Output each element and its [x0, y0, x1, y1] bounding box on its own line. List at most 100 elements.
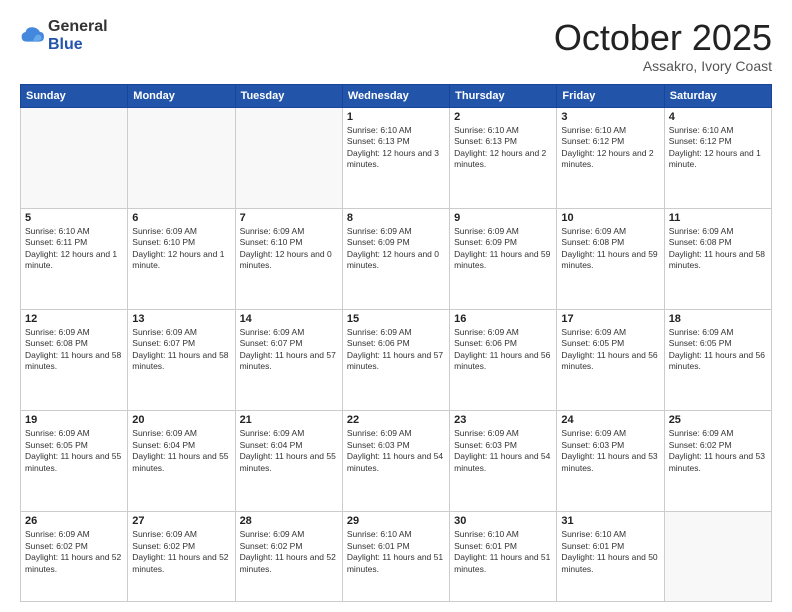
day-info: Sunrise: 6:09 AM Sunset: 6:09 PM Dayligh…: [454, 226, 552, 272]
day-info: Sunrise: 6:09 AM Sunset: 6:02 PM Dayligh…: [240, 529, 338, 575]
day-cell-23: 23 Sunrise: 6:09 AM Sunset: 6:03 PM Dayl…: [450, 411, 557, 512]
logo: General Blue: [20, 18, 108, 53]
logo-blue: Blue: [48, 36, 83, 53]
day-number: 28: [240, 515, 338, 527]
day-number: 16: [454, 313, 552, 325]
day-number: 5: [25, 212, 123, 224]
day-info: Sunrise: 6:09 AM Sunset: 6:07 PM Dayligh…: [132, 327, 230, 373]
day-info: Sunrise: 6:09 AM Sunset: 6:06 PM Dayligh…: [454, 327, 552, 373]
day-info: Sunrise: 6:09 AM Sunset: 6:08 PM Dayligh…: [25, 327, 123, 373]
day-info: Sunrise: 6:10 AM Sunset: 6:13 PM Dayligh…: [347, 125, 445, 171]
day-info: Sunrise: 6:09 AM Sunset: 6:10 PM Dayligh…: [132, 226, 230, 272]
day-number: 20: [132, 414, 230, 426]
day-number: 27: [132, 515, 230, 527]
day-number: 7: [240, 212, 338, 224]
logo-text: General Blue: [48, 18, 108, 53]
day-info: Sunrise: 6:10 AM Sunset: 6:01 PM Dayligh…: [347, 529, 445, 575]
day-cell-4: 4 Sunrise: 6:10 AM Sunset: 6:12 PM Dayli…: [664, 107, 771, 208]
day-info: Sunrise: 6:09 AM Sunset: 6:07 PM Dayligh…: [240, 327, 338, 373]
header-wednesday: Wednesday: [342, 84, 449, 107]
logo-general: General: [48, 18, 108, 35]
day-number: 24: [561, 414, 659, 426]
calendar: Sunday Monday Tuesday Wednesday Thursday…: [20, 84, 772, 602]
day-number: 29: [347, 515, 445, 527]
day-number: 12: [25, 313, 123, 325]
day-cell-22: 22 Sunrise: 6:09 AM Sunset: 6:03 PM Dayl…: [342, 411, 449, 512]
day-info: Sunrise: 6:10 AM Sunset: 6:12 PM Dayligh…: [561, 125, 659, 171]
day-cell-18: 18 Sunrise: 6:09 AM Sunset: 6:05 PM Dayl…: [664, 309, 771, 410]
day-number: 1: [347, 111, 445, 123]
day-number: 26: [25, 515, 123, 527]
day-info: Sunrise: 6:10 AM Sunset: 6:13 PM Dayligh…: [454, 125, 552, 171]
day-number: 23: [454, 414, 552, 426]
day-info: Sunrise: 6:10 AM Sunset: 6:11 PM Dayligh…: [25, 226, 123, 272]
day-number: 4: [669, 111, 767, 123]
day-info: Sunrise: 6:09 AM Sunset: 6:05 PM Dayligh…: [25, 428, 123, 474]
day-number: 11: [669, 212, 767, 224]
day-number: 14: [240, 313, 338, 325]
header-monday: Monday: [128, 84, 235, 107]
logo-icon: [20, 24, 44, 48]
day-number: 22: [347, 414, 445, 426]
day-cell-12: 12 Sunrise: 6:09 AM Sunset: 6:08 PM Dayl…: [21, 309, 128, 410]
day-info: Sunrise: 6:09 AM Sunset: 6:02 PM Dayligh…: [132, 529, 230, 575]
day-cell-1: 1 Sunrise: 6:10 AM Sunset: 6:13 PM Dayli…: [342, 107, 449, 208]
day-cell-28: 28 Sunrise: 6:09 AM Sunset: 6:02 PM Dayl…: [235, 512, 342, 602]
day-cell-15: 15 Sunrise: 6:09 AM Sunset: 6:06 PM Dayl…: [342, 309, 449, 410]
day-info: Sunrise: 6:09 AM Sunset: 6:02 PM Dayligh…: [25, 529, 123, 575]
day-number: 18: [669, 313, 767, 325]
header-tuesday: Tuesday: [235, 84, 342, 107]
day-info: Sunrise: 6:09 AM Sunset: 6:04 PM Dayligh…: [132, 428, 230, 474]
week-row-4: 19 Sunrise: 6:09 AM Sunset: 6:05 PM Dayl…: [21, 411, 772, 512]
day-info: Sunrise: 6:09 AM Sunset: 6:03 PM Dayligh…: [561, 428, 659, 474]
day-cell-20: 20 Sunrise: 6:09 AM Sunset: 6:04 PM Dayl…: [128, 411, 235, 512]
header-friday: Friday: [557, 84, 664, 107]
day-cell-5: 5 Sunrise: 6:10 AM Sunset: 6:11 PM Dayli…: [21, 208, 128, 309]
day-cell-27: 27 Sunrise: 6:09 AM Sunset: 6:02 PM Dayl…: [128, 512, 235, 602]
empty-cell: [664, 512, 771, 602]
day-cell-29: 29 Sunrise: 6:10 AM Sunset: 6:01 PM Dayl…: [342, 512, 449, 602]
day-info: Sunrise: 6:09 AM Sunset: 6:08 PM Dayligh…: [561, 226, 659, 272]
day-number: 13: [132, 313, 230, 325]
day-number: 10: [561, 212, 659, 224]
day-info: Sunrise: 6:09 AM Sunset: 6:02 PM Dayligh…: [669, 428, 767, 474]
header-thursday: Thursday: [450, 84, 557, 107]
day-info: Sunrise: 6:09 AM Sunset: 6:09 PM Dayligh…: [347, 226, 445, 272]
day-info: Sunrise: 6:09 AM Sunset: 6:06 PM Dayligh…: [347, 327, 445, 373]
location-subtitle: Assakro, Ivory Coast: [554, 58, 772, 74]
day-number: 15: [347, 313, 445, 325]
day-number: 31: [561, 515, 659, 527]
empty-cell: [128, 107, 235, 208]
day-cell-10: 10 Sunrise: 6:09 AM Sunset: 6:08 PM Dayl…: [557, 208, 664, 309]
day-cell-8: 8 Sunrise: 6:09 AM Sunset: 6:09 PM Dayli…: [342, 208, 449, 309]
day-info: Sunrise: 6:09 AM Sunset: 6:04 PM Dayligh…: [240, 428, 338, 474]
day-cell-21: 21 Sunrise: 6:09 AM Sunset: 6:04 PM Dayl…: [235, 411, 342, 512]
day-number: 9: [454, 212, 552, 224]
header-saturday: Saturday: [664, 84, 771, 107]
empty-cell: [235, 107, 342, 208]
day-cell-3: 3 Sunrise: 6:10 AM Sunset: 6:12 PM Dayli…: [557, 107, 664, 208]
page: General Blue October 2025 Assakro, Ivory…: [0, 0, 792, 612]
weekday-header-row: Sunday Monday Tuesday Wednesday Thursday…: [21, 84, 772, 107]
day-cell-2: 2 Sunrise: 6:10 AM Sunset: 6:13 PM Dayli…: [450, 107, 557, 208]
day-info: Sunrise: 6:10 AM Sunset: 6:01 PM Dayligh…: [561, 529, 659, 575]
day-number: 3: [561, 111, 659, 123]
day-info: Sunrise: 6:10 AM Sunset: 6:01 PM Dayligh…: [454, 529, 552, 575]
day-cell-24: 24 Sunrise: 6:09 AM Sunset: 6:03 PM Dayl…: [557, 411, 664, 512]
week-row-1: 1 Sunrise: 6:10 AM Sunset: 6:13 PM Dayli…: [21, 107, 772, 208]
day-number: 30: [454, 515, 552, 527]
day-number: 25: [669, 414, 767, 426]
day-cell-14: 14 Sunrise: 6:09 AM Sunset: 6:07 PM Dayl…: [235, 309, 342, 410]
day-number: 6: [132, 212, 230, 224]
title-block: October 2025 Assakro, Ivory Coast: [554, 18, 772, 74]
header-sunday: Sunday: [21, 84, 128, 107]
day-cell-17: 17 Sunrise: 6:09 AM Sunset: 6:05 PM Dayl…: [557, 309, 664, 410]
day-cell-30: 30 Sunrise: 6:10 AM Sunset: 6:01 PM Dayl…: [450, 512, 557, 602]
day-number: 8: [347, 212, 445, 224]
day-number: 17: [561, 313, 659, 325]
month-title: October 2025: [554, 18, 772, 58]
day-info: Sunrise: 6:09 AM Sunset: 6:10 PM Dayligh…: [240, 226, 338, 272]
day-cell-25: 25 Sunrise: 6:09 AM Sunset: 6:02 PM Dayl…: [664, 411, 771, 512]
empty-cell: [21, 107, 128, 208]
week-row-3: 12 Sunrise: 6:09 AM Sunset: 6:08 PM Dayl…: [21, 309, 772, 410]
